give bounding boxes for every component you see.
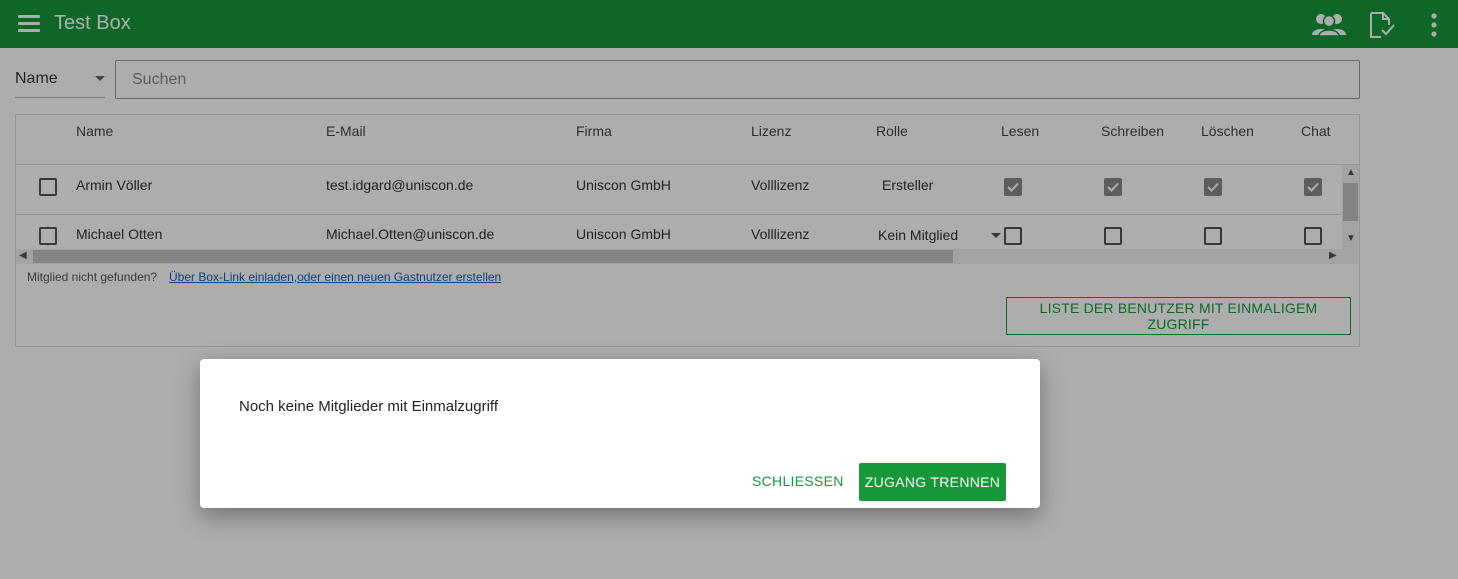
disconnect-access-button[interactable]: ZUGANG TRENNEN (859, 463, 1006, 501)
close-button[interactable]: SCHLIESSEN (752, 463, 843, 499)
one-time-access-dialog: Noch keine Mitglieder mit Einmalzugriff … (200, 359, 1040, 508)
dialog-message: Noch keine Mitglieder mit Einmalzugriff (239, 398, 498, 415)
